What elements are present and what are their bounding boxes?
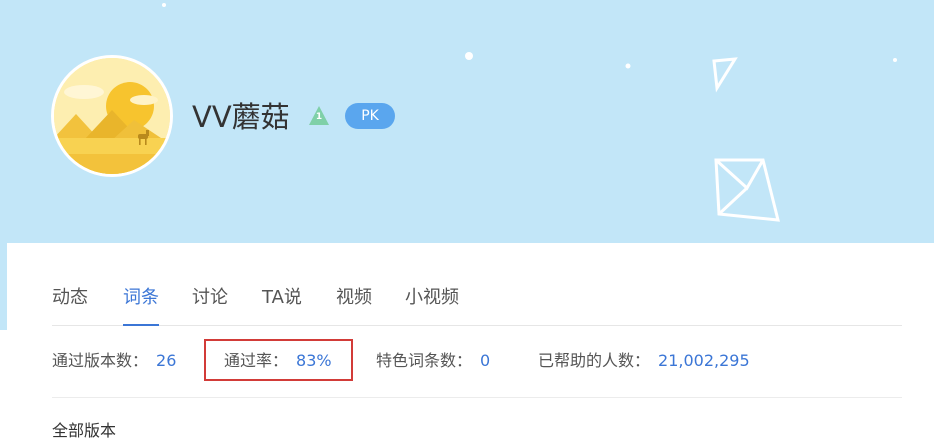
stat-passed-versions: 通过版本数： 26	[52, 350, 176, 372]
banner-triangle-shape	[712, 57, 738, 93]
stat-featured-entries: 特色词条数： 0	[376, 350, 490, 372]
content-card	[7, 243, 934, 430]
tab-shipin[interactable]: 视频	[336, 283, 372, 325]
stat-label: 已帮助的人数：	[538, 351, 651, 370]
stat-people-helped: 已帮助的人数： 21,002,295	[538, 350, 750, 372]
banner-dot-1	[465, 52, 473, 60]
profile-tabs: 动态 词条 讨论 TA说 视频 小视频	[52, 283, 902, 326]
banner-kite-shape	[714, 158, 780, 222]
all-versions-label[interactable]: 全部版本	[52, 420, 116, 442]
tab-citiao-label: 词条	[123, 287, 159, 308]
stat-value: 26	[156, 351, 177, 370]
tab-ta-shuo[interactable]: TA说	[262, 283, 302, 325]
stats-row: 通过版本数： 26 通过率： 83% 特色词条数： 0 已帮助的人数： 21,002,2…	[0, 340, 934, 380]
desert-sun-avatar-icon	[54, 58, 170, 174]
banner-dot-4	[893, 58, 897, 62]
avatar[interactable]	[51, 55, 173, 177]
tab-dongtai[interactable]: 动态	[52, 283, 88, 325]
stat-label: 特色词条数：	[376, 351, 473, 370]
stat-value: 21,002,295	[658, 351, 750, 370]
active-tab-underline	[123, 324, 159, 326]
banner-dot-3	[162, 3, 166, 7]
username: VV蘑菇	[192, 100, 290, 134]
stat-label: 通过版本数：	[52, 351, 149, 370]
section-divider	[52, 397, 902, 398]
tab-taolun[interactable]: 讨论	[192, 283, 228, 325]
pass-rate-highlight-box	[204, 339, 353, 381]
tab-xiao-shipin[interactable]: 小视频	[405, 283, 459, 325]
banner-dot-2	[625, 63, 631, 69]
level-number: 1	[315, 112, 323, 122]
tab-citiao[interactable]: 词条	[123, 283, 159, 326]
pk-button[interactable]: PK	[345, 103, 395, 129]
stat-value: 0	[480, 351, 491, 370]
